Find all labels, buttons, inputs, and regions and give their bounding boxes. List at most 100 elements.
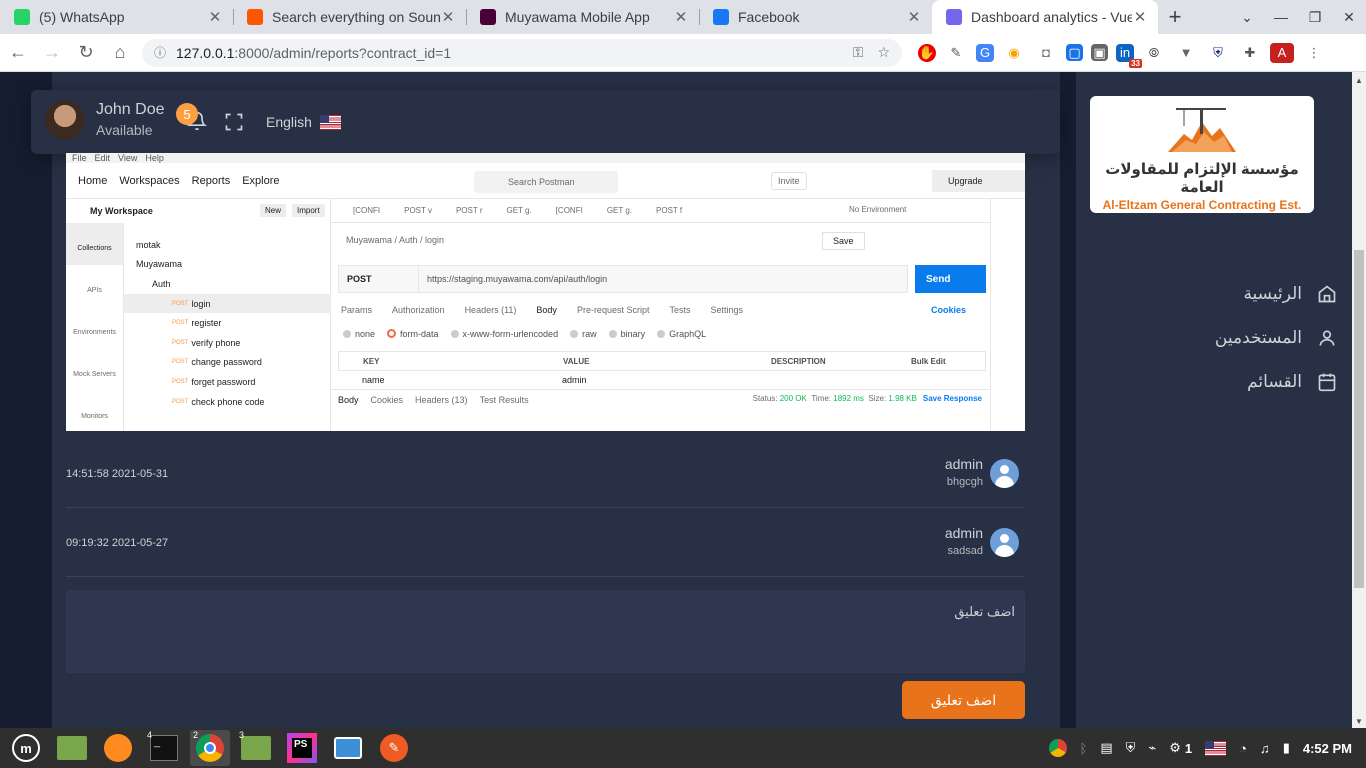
pm-req-tab: Settings — [710, 305, 744, 315]
sidebar-menu: الرئيسية المستخدمين القسائم — [1118, 272, 1338, 404]
battery-icon[interactable]: ▮ — [1283, 740, 1290, 756]
comment-item: 09:19:32 2021-05-27 admin sadsad — [66, 508, 1025, 577]
address-bar[interactable]: ⓘ 127.0.0.1:8000/admin/reports?contract_… — [142, 38, 902, 67]
pm-kv-header: KEY VALUE DESCRIPTION Bulk Edit — [338, 351, 986, 371]
mint-menu-icon[interactable]: m — [6, 730, 46, 766]
scroll-down-icon[interactable]: ▼ — [1352, 717, 1366, 726]
us-flag-tray-icon[interactable] — [1205, 740, 1227, 756]
pm-menu-item: Edit — [94, 153, 111, 163]
user-avatar[interactable] — [45, 100, 85, 140]
url-host: 127.0.0.1 — [176, 44, 235, 61]
pm-url: https://staging.muyawama.com/api/auth/lo… — [427, 274, 608, 284]
close-tab-icon[interactable]: ✕ — [207, 8, 223, 26]
url-text: 127.0.0.1:8000/admin/reports?contract_id… — [176, 45, 839, 61]
fullscreen-icon[interactable] — [224, 112, 244, 132]
sidebar-item[interactable]: الرئيسية — [1118, 272, 1338, 316]
browser-tab[interactable]: Search everything on SoundCloud✕ — [233, 0, 466, 34]
pm-open-tab: [CONFI — [353, 206, 381, 215]
files-icon[interactable]: 3 — [236, 730, 276, 766]
reload-icon[interactable]: ↻ — [70, 37, 102, 69]
wifi-icon[interactable]: ◔ — [1239, 741, 1247, 756]
clock[interactable]: 4:52 PM — [1303, 741, 1352, 756]
chrome-tray-icon[interactable] — [1048, 739, 1067, 757]
show-desktop-icon[interactable] — [52, 730, 92, 766]
puzzle-icon[interactable]: ✚ — [1238, 43, 1262, 63]
pm-kv-col: Bulk Edit — [911, 356, 946, 366]
pm-tree-label: register — [191, 318, 222, 329]
close-tab-icon[interactable]: ✕ — [440, 8, 456, 26]
minimize-icon[interactable]: — — [1264, 9, 1298, 25]
pm-tree-label: login — [191, 298, 211, 309]
vue-devtools-icon[interactable]: ▼ — [1174, 43, 1198, 63]
browser-tab[interactable]: Muyawama Mobile App ✕ — [466, 0, 699, 34]
scroll-up-icon[interactable]: ▲ — [1352, 76, 1366, 85]
pm-environment: No Environment — [849, 205, 907, 214]
page-scrollbar[interactable]: ▲ ▼ — [1352, 72, 1366, 728]
sidebar-item[interactable]: المستخدمين — [1118, 316, 1338, 360]
pm-kv-cell: name — [362, 375, 385, 385]
network-tray-icon[interactable]: ⌁ — [1148, 740, 1156, 756]
shield-tray-icon[interactable]: ⛨ — [1126, 740, 1136, 756]
sidebar-item[interactable]: القسائم — [1118, 360, 1338, 404]
phpstorm-icon[interactable]: PS — [282, 730, 322, 766]
browser-tab[interactable]: Facebook ✕ — [699, 0, 932, 34]
extension-blue-icon[interactable]: ▢ — [1066, 44, 1083, 61]
pm-menu-item: Help — [145, 153, 164, 163]
bookmark-star-icon[interactable]: ☆ — [877, 44, 890, 61]
comment-text: sadsad — [947, 545, 983, 557]
keyboard-layout: 1 — [1184, 740, 1193, 756]
translate-icon[interactable]: G — [976, 43, 994, 62]
language-label: English — [266, 114, 312, 130]
home-browser-icon[interactable]: ⌂ — [104, 37, 136, 69]
language-switcher[interactable]: English — [266, 114, 341, 130]
postman-icon[interactable]: ✎ — [374, 730, 414, 766]
tab-search-icon[interactable]: ⌄ — [1230, 9, 1264, 26]
user-status: Available — [96, 122, 153, 138]
bluetooth-icon[interactable]: ᛒ — [1080, 741, 1088, 756]
chrome-menu-icon[interactable]: ⋮ — [1302, 43, 1326, 63]
pm-breadcrumb: Muyawama / Auth / login — [346, 235, 445, 245]
soundcloud-icon — [247, 9, 263, 25]
site-info-icon[interactable]: ⓘ — [154, 44, 166, 61]
profile-avatar[interactable]: A — [1270, 42, 1294, 63]
tray-flag — [1205, 740, 1227, 756]
chrome-task-icon[interactable]: 2 — [190, 730, 230, 766]
close-tab-icon[interactable]: ✕ — [673, 8, 689, 26]
pm-size: 1.98 KB — [888, 394, 917, 403]
terminal-icon[interactable]: 4 _ — [144, 730, 184, 766]
maximize-icon[interactable]: ❐ — [1298, 9, 1332, 26]
user-name[interactable]: John Doe — [96, 101, 165, 119]
picker-icon[interactable]: ✎ — [944, 43, 968, 63]
tab-title: Facebook — [738, 9, 800, 25]
comment-textarea[interactable]: اضف تعليق — [66, 590, 1025, 673]
clipboard-icon[interactable]: ▤ — [1100, 740, 1112, 756]
add-comment-button[interactable]: اضف تعليق — [902, 681, 1025, 719]
back-icon[interactable]: ← — [2, 37, 34, 69]
forward-icon[interactable]: → — [36, 37, 68, 69]
camera-icon[interactable]: ◘ — [1034, 43, 1058, 63]
linkedin-icon[interactable]: in 33 — [1116, 43, 1142, 68]
close-tab-icon[interactable]: ✕ — [906, 8, 922, 26]
pm-body-type: binary — [609, 329, 646, 339]
code-icon[interactable]: ⦾ — [1142, 43, 1166, 63]
scroll-thumb[interactable] — [1354, 250, 1364, 588]
firefox-icon[interactable] — [98, 730, 138, 766]
rss-icon[interactable]: ◉ — [1002, 43, 1026, 63]
sound-icon[interactable]: ♫ — [1260, 741, 1270, 756]
keyboard-icon[interactable]: ⚙ 1 — [1169, 740, 1192, 756]
whatsapp-icon — [14, 9, 30, 25]
browser-tab[interactable]: (5) WhatsApp ✕ — [0, 0, 233, 34]
pm-resp-tab: Cookies — [370, 394, 404, 405]
key-icon[interactable]: ⚿ — [853, 44, 864, 61]
browser-tab[interactable]: Dashboard analytics - Vuexy ✕ — [932, 0, 1158, 34]
screenshot-icon[interactable] — [328, 730, 368, 766]
shield-icon[interactable]: ⛨ — [1206, 43, 1230, 63]
pm-open-tab: GET g. — [606, 206, 633, 215]
adblock-icon[interactable]: ✋ — [918, 43, 936, 62]
close-tab-icon[interactable]: ✕ — [1132, 8, 1148, 26]
close-window-icon[interactable]: ✕ — [1332, 9, 1366, 26]
extension-gray-icon[interactable]: ▣ — [1091, 44, 1108, 61]
new-tab-icon[interactable]: + — [1158, 0, 1192, 34]
company-logo[interactable]: مؤسسة الإلتزام للمقاولات العامة Al-Eltza… — [1090, 96, 1314, 213]
pm-menu-item: File — [72, 153, 87, 163]
